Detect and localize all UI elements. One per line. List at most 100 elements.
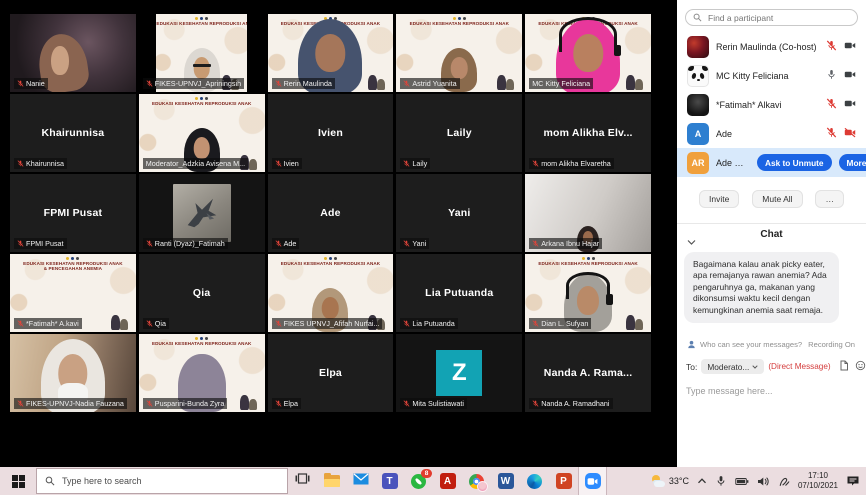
- video-tile-mom-alikha-elvaretha[interactable]: mom Alikha Elv...mom Alikha Elvaretha: [525, 94, 651, 172]
- taskbar-search[interactable]: Type here to search: [36, 468, 288, 494]
- logo-dot: [453, 17, 456, 20]
- glasses-shape: [193, 64, 211, 67]
- video-tile-elpa[interactable]: ElpaElpa: [268, 334, 394, 412]
- search-input[interactable]: [706, 12, 850, 24]
- weather-widget[interactable]: 33°C: [651, 475, 689, 487]
- video-tile-lia-putuanda[interactable]: Lia PutuandaLia Putuanda: [396, 254, 522, 332]
- recipient-name: Moderato...: [707, 362, 749, 372]
- video-tile-pusparini-bunda-zyra[interactable]: EDUKASI KESEHATAN REPRODUKSI ANAKPuspari…: [139, 334, 265, 412]
- video-tile-ranti-dyaz-fatimah[interactable]: Ranti (Dyaz)_Fatimah: [139, 174, 265, 252]
- family-illustration: [620, 312, 646, 330]
- participant-row-rerin-maulinda-co-host[interactable]: Rerin Maulinda (Co-host): [677, 32, 866, 61]
- name-label: *Fatimah* A.kavi: [14, 318, 82, 329]
- family-illustration: [105, 312, 131, 330]
- tray-microphone-icon[interactable]: [715, 475, 727, 487]
- edge-app-button[interactable]: [520, 467, 549, 495]
- muted-mic-icon: [17, 80, 24, 87]
- mail-icon: [353, 472, 369, 490]
- emoji-icon[interactable]: [855, 358, 866, 376]
- video-tile-moderator-adzkia-avisena-m[interactable]: EDUKASI KESEHATAN REPRODUKSI ANAKModerat…: [139, 94, 265, 172]
- muted-mic-icon: [17, 160, 24, 167]
- event-banner: EDUKASI KESEHATAN REPRODUKSI ANAK: [139, 97, 265, 106]
- video-tile-fikes-upnvj-afifah-nurfai[interactable]: EDUKASI KESEHATAN REPRODUKSI ANAKFIKES U…: [268, 254, 394, 332]
- privacy-text: Who can see your messages?: [700, 340, 802, 349]
- logo-dot: [76, 257, 79, 260]
- more-button[interactable]: More >: [839, 154, 866, 171]
- taskbar-clock[interactable]: 17:10 07/10/2021: [798, 471, 838, 492]
- participant-search[interactable]: [685, 9, 858, 26]
- video-tile-nanie[interactable]: Nanie: [10, 14, 136, 92]
- action-center-icon[interactable]: [846, 475, 860, 487]
- avatar: [687, 65, 709, 87]
- camera-off-icon: [844, 125, 856, 143]
- search-icon: [45, 476, 55, 486]
- zoom-app-button[interactable]: [578, 467, 607, 495]
- mail-app-button[interactable]: [346, 467, 375, 495]
- attach-file-icon[interactable]: [839, 358, 849, 376]
- video-tile-rerin-maulinda[interactable]: EDUKASI KESEHATAN REPRODUKSI ANAKRerin M…: [268, 14, 394, 92]
- -button[interactable]: …: [815, 190, 844, 208]
- powerpoint-icon: P: [556, 473, 572, 489]
- participant-name: Ade Ry...: [716, 158, 750, 168]
- recipient-dropdown[interactable]: Moderato...: [701, 359, 764, 374]
- name-label-text: Nanda A. Ramadhani: [541, 400, 609, 408]
- message-input[interactable]: Type message here...: [677, 386, 866, 396]
- name-label-text: Yani: [412, 240, 426, 248]
- video-tile-fatimah-a-kavi[interactable]: EDUKASI KESEHATAN REPRODUKSI ANAK& PENCE…: [10, 254, 136, 332]
- chat-privacy-row: Who can see your messages? Recording On: [677, 340, 866, 349]
- edge-icon: [527, 474, 542, 489]
- video-tile-ivien[interactable]: IvienIvien: [268, 94, 394, 172]
- muted-mic-icon: [826, 96, 837, 114]
- video-tile-laily[interactable]: LailyLaily: [396, 94, 522, 172]
- family-illustration: [234, 392, 260, 410]
- start-button[interactable]: [0, 467, 36, 495]
- logo-dot: [324, 257, 327, 260]
- video-tile-qia[interactable]: QiaQia: [139, 254, 265, 332]
- face-shape: [316, 34, 345, 72]
- banner-text: EDUKASI KESEHATAN REPRODUKSI ANAK: [268, 261, 394, 266]
- tray-pen-icon[interactable]: [778, 476, 790, 487]
- video-tile-ade[interactable]: AdeAde: [268, 174, 394, 252]
- video-tile-nanda-a-ramadhani[interactable]: Nanda A. Rama...Nanda A. Ramadhani: [525, 334, 651, 412]
- participant-row-ade-ry[interactable]: ARAde Ry...Ask to UnmuteMore >: [677, 148, 866, 177]
- event-banner: EDUKASI KESEHATAN REPRODUKSI ANAK: [268, 257, 394, 266]
- acrobat-app-button[interactable]: A: [433, 467, 462, 495]
- face-shape: [322, 297, 339, 319]
- panda-ear: [687, 65, 694, 71]
- video-tile-dian-l-sufyan[interactable]: EDUKASI KESEHATAN REPRODUKSI ANAKDian L.…: [525, 254, 651, 332]
- video-tile-astrid-yuanita[interactable]: EDUKASI KESEHATAN REPRODUKSI ANAKAstrid …: [396, 14, 522, 92]
- video-tile-mc-kitty-feliciana[interactable]: EDUKASI KESEHATAN REPRODUKSI ANAKMC Kitt…: [525, 14, 651, 92]
- banner-logos: [156, 17, 247, 20]
- video-tile-fpmi-pusat[interactable]: FPMI PusatFPMI Pusat: [10, 174, 136, 252]
- banner-logos: [396, 17, 522, 20]
- video-tile-khairunnisa[interactable]: KhairunnisaKhairunnisa: [10, 94, 136, 172]
- muted-mic-icon: [146, 320, 153, 327]
- word-app-button[interactable]: W: [491, 467, 520, 495]
- video-tile-yani[interactable]: YaniYani: [396, 174, 522, 252]
- file-explorer-app-button[interactable]: [317, 467, 346, 495]
- tray-speaker-icon[interactable]: [757, 476, 770, 487]
- to-label: To:: [686, 362, 697, 372]
- participants-chat-panel: Rerin Maulinda (Co-host)MC Kitty Felicia…: [677, 0, 866, 467]
- task-view-app-button[interactable]: [288, 467, 317, 495]
- name-label: Lia Putuanda: [400, 318, 457, 329]
- video-tile-fikes-upnvj-nadia-fauzana[interactable]: FIKES-UPNVJ-Nadia Fauzana: [10, 334, 136, 412]
- tray-chevron-up-icon[interactable]: [697, 477, 707, 485]
- video-tile-fikes-upnvj-apriningsih[interactable]: EDUKASI KESEHATAN REPRODUKSI ANAKFIKES-U…: [139, 14, 265, 92]
- participant-row-fatimah-alkavi[interactable]: *Fatimah* Alkavi: [677, 90, 866, 119]
- chat-header: Chat: [677, 224, 866, 248]
- invite-button[interactable]: Invite: [699, 190, 739, 208]
- logo-dot: [195, 97, 198, 100]
- powerpoint-app-button[interactable]: P: [549, 467, 578, 495]
- ask-to-unmute-button[interactable]: Ask to Unmute: [757, 154, 832, 171]
- video-tile-mita-sulistiawati[interactable]: ZMita Sulistiawati: [396, 334, 522, 412]
- chat-to-row: To: Moderato... (Direct Message): [677, 358, 866, 376]
- whatsapp-app-button[interactable]: 8: [404, 467, 433, 495]
- chrome-app-button[interactable]: [462, 467, 491, 495]
- video-tile-arkana-ibnu-hajar[interactable]: Arkana Ibnu Hajar: [525, 174, 651, 252]
- teams-app-button[interactable]: T: [375, 467, 404, 495]
- tray-battery-icon[interactable]: [735, 476, 749, 487]
- mute-all-button[interactable]: Mute All: [752, 190, 802, 208]
- participant-row-mc-kitty-feliciana[interactable]: MC Kitty Feliciana: [677, 61, 866, 90]
- participant-row-ade[interactable]: AAde: [677, 119, 866, 148]
